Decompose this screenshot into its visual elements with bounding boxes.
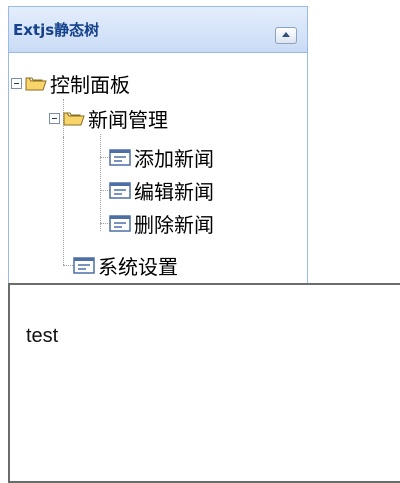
tree-node-label: 控制面板 (50, 72, 130, 97)
content-text: test (26, 325, 59, 347)
leaf-page-icon (73, 256, 95, 274)
tree-node-label: 删除新闻 (134, 212, 214, 237)
folder-open-icon (63, 112, 85, 126)
tree-node-add-news[interactable]: 添加新闻 (109, 141, 214, 173)
tree-node-label: 编辑新闻 (134, 179, 214, 204)
leaf-page-icon (109, 214, 131, 232)
leaf-page-icon (109, 148, 131, 166)
leaf-page-icon (109, 181, 131, 199)
tree-node-label: 添加新闻 (134, 146, 214, 171)
tree-node-system-settings[interactable]: 系统设置 (73, 249, 178, 281)
collapse-up-icon[interactable] (275, 27, 297, 44)
collapse-toggle-icon[interactable] (11, 77, 22, 89)
tree-node-label: 系统设置 (98, 254, 178, 279)
panel-header: Extjs静态树 (9, 7, 307, 53)
tree-connector-line (63, 137, 64, 265)
tree-node-news-management[interactable]: 新闻管理 (49, 102, 168, 134)
tree-node-delete-news[interactable]: 删除新闻 (109, 207, 214, 239)
panel-title: Extjs静态树 (13, 21, 100, 39)
tree-view: 控制面板 新闻管理 添加新闻 编辑新闻 删除新闻 系统设置 (9, 53, 307, 285)
tree-connector-line (100, 134, 101, 231)
collapse-toggle-icon[interactable] (49, 112, 60, 124)
folder-open-icon (25, 77, 47, 91)
tree-node-control-panel[interactable]: 控制面板 (11, 67, 130, 99)
tree-node-edit-news[interactable]: 编辑新闻 (109, 174, 214, 206)
tree-node-label: 新闻管理 (88, 107, 168, 132)
tree-panel: Extjs静态树 控制面板 新闻管理 添加新闻 编辑新闻 删除新闻 系统设置 (8, 6, 308, 286)
content-panel: test (8, 283, 400, 483)
